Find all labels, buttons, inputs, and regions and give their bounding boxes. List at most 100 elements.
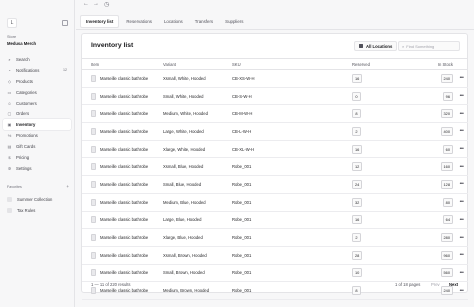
variant-cell: Medium, White, Hooded: [163, 111, 208, 117]
product-thumbnail: [91, 269, 96, 277]
sidebar-item-categories[interactable]: ▭ Categories: [3, 87, 71, 98]
table-row[interactable]: Marseille classic bathrobe Xsmall, Brown,…: [82, 247, 468, 265]
variant-cell: Large, White, Hooded: [163, 128, 204, 134]
sidebar-item-search[interactable]: ⌕ Search: [3, 54, 71, 65]
more-options-icon[interactable]: •••: [460, 146, 464, 152]
in-stock-value[interactable]: 160: [440, 162, 453, 172]
sku-cell: CB-S-W-H: [232, 93, 252, 99]
sidebar-item-promotions[interactable]: % Promotions: [3, 130, 71, 141]
sidebar-item-settings[interactable]: ✲ Settings: [3, 163, 71, 174]
reserved-value[interactable]: 32: [352, 197, 363, 207]
more-options-icon[interactable]: •••: [460, 164, 464, 170]
variant-cell: Small, White, Hooded: [163, 93, 204, 99]
sidebar-item-notifications[interactable]: ◔ Notifications 12: [3, 65, 71, 76]
reserved-value[interactable]: 0: [352, 91, 361, 101]
reserved-value[interactable]: 2: [352, 126, 361, 136]
reserved-value[interactable]: 16: [352, 73, 363, 83]
reserved-value[interactable]: 12: [352, 162, 363, 172]
sidebar-item-inventory[interactable]: ▣ Inventory: [3, 119, 71, 131]
table-row[interactable]: Marseille classic bathrobe Medium, White,…: [82, 105, 468, 124]
in-stock-value[interactable]: 400: [440, 126, 453, 136]
reserved-cell: 16: [332, 144, 407, 154]
table-row[interactable]: Marseille classic bathrobe Xsmall, Blue, …: [82, 158, 468, 177]
table-row[interactable]: Marseille classic bathrobe Medium, Blue, …: [82, 194, 468, 212]
tab-inventory-list[interactable]: Inventory list: [80, 14, 120, 28]
sidebar-item-orders[interactable]: ▢ Orders: [3, 108, 71, 119]
reserved-value[interactable]: 10: [352, 268, 363, 278]
table-row[interactable]: Marseille classic bathrobe Small, White, …: [82, 88, 468, 106]
column-header-variant[interactable]: Variant: [163, 62, 232, 67]
favorite-item[interactable]: Summer Collection: [7, 194, 69, 205]
more-options-icon[interactable]: •••: [460, 270, 464, 276]
in-stock-value[interactable]: 96: [442, 91, 453, 101]
sidebar-item-label: Settings: [16, 165, 32, 171]
reserved-value[interactable]: 28: [352, 250, 363, 260]
column-header-reserved[interactable]: Reserved: [332, 62, 407, 67]
search-field[interactable]: ⌕: [398, 41, 460, 51]
reserved-value[interactable]: 24: [352, 179, 363, 189]
in-stock-value[interactable]: 240: [440, 73, 453, 83]
tab-transfers[interactable]: Transfers: [190, 16, 218, 27]
table-row[interactable]: Marseille classic bathrobe Xsmall, White,…: [82, 70, 468, 88]
table-row[interactable]: Marseille classic bathrobe Small, Blue, H…: [82, 176, 468, 194]
back-arrow-icon[interactable]: ←: [83, 1, 89, 7]
in-stock-value[interactable]: 280: [440, 233, 453, 243]
in-stock-value[interactable]: 64: [442, 215, 453, 225]
table-row[interactable]: Marseille classic bathrobe Xlarge, Blue, …: [82, 229, 468, 247]
sku-cell: Robe_001: [232, 199, 252, 205]
sidebar-item-customers[interactable]: ☺ Customers: [3, 98, 71, 109]
tab-locations[interactable]: Locations: [159, 16, 188, 27]
favorite-item[interactable]: Tax Rules: [7, 205, 69, 216]
column-header-in-stock[interactable]: In Stock: [407, 62, 455, 67]
in-stock-cell: 280: [407, 233, 455, 243]
reserved-value[interactable]: 2: [352, 233, 361, 243]
reserved-value[interactable]: 8: [352, 109, 361, 119]
sidebar-toggle-icon[interactable]: [62, 20, 68, 26]
more-options-icon[interactable]: •••: [460, 75, 464, 81]
more-options-icon[interactable]: •••: [460, 128, 464, 134]
locations-filter-button[interactable]: All Locations: [354, 41, 398, 51]
product-thumbnail: [91, 180, 96, 188]
history-icon[interactable]: ◷: [104, 1, 109, 8]
tab-suppliers[interactable]: Suppliers: [220, 16, 248, 27]
more-options-icon[interactable]: •••: [460, 252, 464, 258]
sidebar-item-gift-cards[interactable]: ▤ Gift Cards: [3, 141, 71, 152]
tab-reservations[interactable]: Reservations: [121, 16, 157, 27]
store-name[interactable]: Medusa Merch: [7, 41, 36, 46]
search-input[interactable]: [406, 43, 457, 49]
reserved-value[interactable]: 16: [352, 215, 363, 225]
in-stock-value[interactable]: 60: [442, 144, 453, 154]
more-options-icon[interactable]: •••: [460, 199, 464, 205]
next-button[interactable]: Next: [449, 282, 458, 287]
more-options-icon[interactable]: •••: [460, 235, 464, 241]
in-stock-value[interactable]: 560: [440, 268, 453, 278]
in-stock-value[interactable]: 80: [442, 197, 453, 207]
more-options-icon[interactable]: •••: [460, 181, 464, 187]
item-name: Marseille classic bathrobe: [100, 252, 149, 258]
forward-arrow-icon[interactable]: →: [93, 1, 99, 7]
more-options-icon[interactable]: •••: [460, 111, 464, 117]
item-name: Marseille classic bathrobe: [100, 181, 149, 187]
item-name: Marseille classic bathrobe: [100, 270, 149, 276]
sku-cell: CB-XS-W-H: [232, 75, 255, 81]
item-cell: Marseille classic bathrobe: [82, 234, 163, 242]
product-thumbnail: [91, 92, 96, 100]
more-options-icon[interactable]: •••: [460, 93, 464, 99]
table-row[interactable]: Marseille classic bathrobe Xlarge, White,…: [82, 141, 468, 159]
in-stock-value[interactable]: 320: [440, 109, 453, 119]
sidebar-item-pricing[interactable]: $ Pricing: [3, 152, 71, 163]
variant-cell: Xsmall, White, Hooded: [163, 75, 206, 81]
column-header-item[interactable]: Item: [82, 62, 163, 67]
prev-button[interactable]: Prev: [431, 282, 440, 287]
reserved-value[interactable]: 16: [352, 144, 363, 154]
table-row[interactable]: Marseille classic bathrobe Large, Blue, H…: [82, 212, 468, 230]
sidebar-item-products[interactable]: ◇ Products: [3, 76, 71, 87]
table-row[interactable]: Marseille classic bathrobe Large, White, …: [82, 123, 468, 141]
in-stock-value[interactable]: 960: [440, 250, 453, 260]
column-header-sku[interactable]: SKU: [232, 62, 332, 67]
add-favorite-icon[interactable]: +: [66, 184, 69, 189]
more-options-icon[interactable]: •••: [460, 217, 464, 223]
store-avatar[interactable]: L: [7, 18, 17, 28]
notification-count: 12: [63, 68, 67, 73]
in-stock-value[interactable]: 128: [440, 179, 453, 189]
